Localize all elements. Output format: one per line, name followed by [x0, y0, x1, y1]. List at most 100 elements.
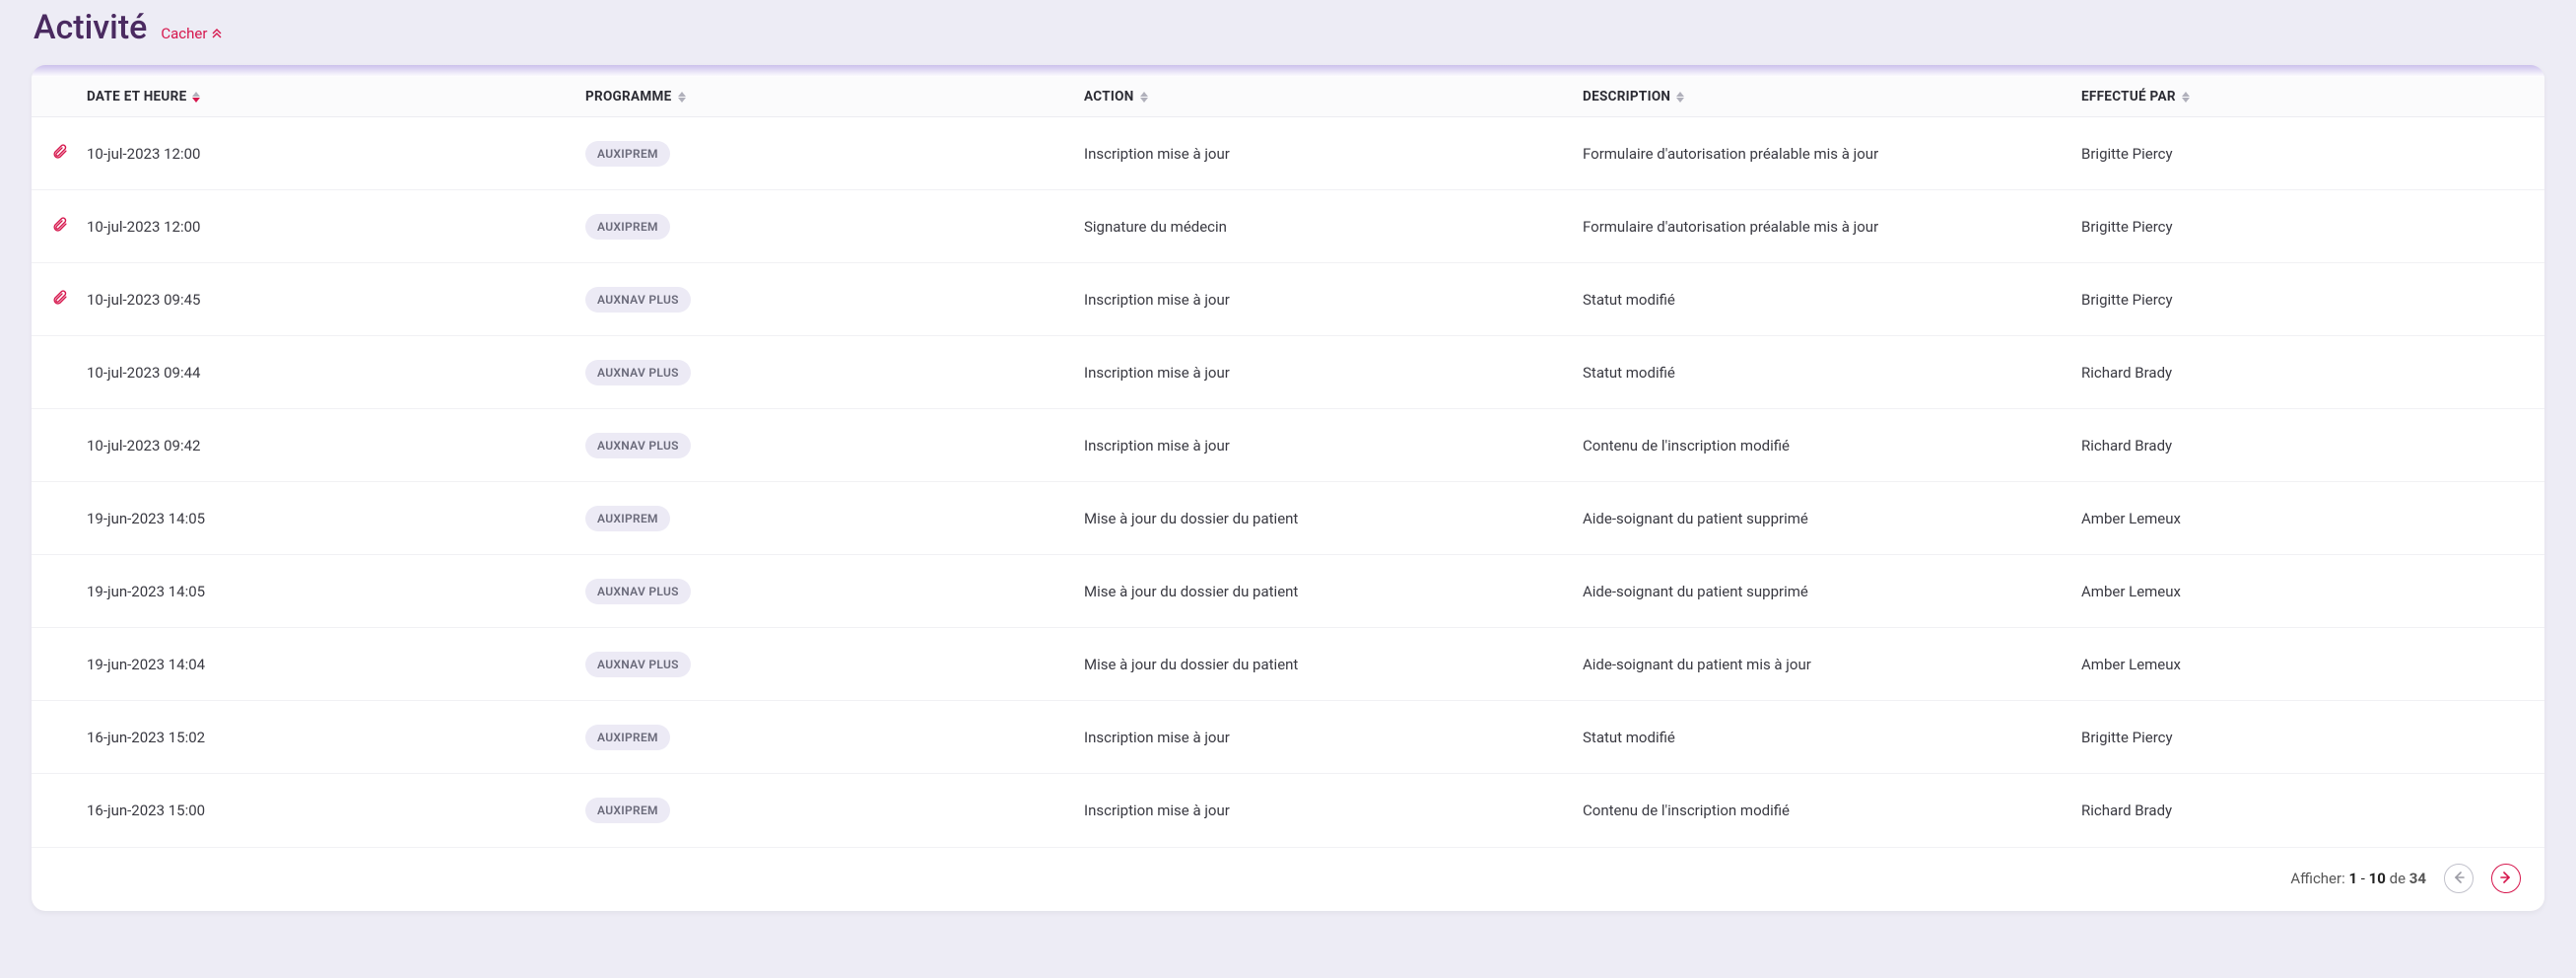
header-performed-by[interactable]: EFFECTUÉ PAR	[2081, 89, 2544, 105]
table-row[interactable]: 19-jun-2023 14:05AUXIPREM Mise à jour du …	[32, 482, 2544, 555]
sort-icon	[192, 92, 200, 103]
programme-badge: AUXIPREM	[585, 214, 670, 240]
performed-by-cell: Brigitte Piercy	[2081, 729, 2544, 746]
page-to: 10	[2369, 870, 2386, 887]
header-action[interactable]: ACTION	[1084, 89, 1583, 105]
action-cell: Inscription mise à jour	[1084, 802, 1583, 819]
header-description[interactable]: DESCRIPTION	[1583, 89, 2081, 105]
pagination-footer: Afficher: 1 - 10 de 34	[32, 847, 2544, 911]
action-cell: Inscription mise à jour	[1084, 437, 1583, 454]
page-total: 34	[2409, 870, 2426, 887]
header-programme[interactable]: PROGRAMME	[585, 89, 1084, 105]
programme-badge: AUXIPREM	[585, 725, 670, 750]
programme-cell: AUXIPREM	[585, 506, 1084, 531]
description-cell: Contenu de l'inscription modifié	[1583, 437, 2081, 454]
action-cell: Mise à jour du dossier du patient	[1084, 583, 1583, 600]
performed-by-cell: Brigitte Piercy	[2081, 291, 2544, 309]
date-cell: 16-jun-2023 15:00	[87, 802, 585, 819]
header-attach-spacer	[32, 89, 87, 105]
activity-panel: DATE ET HEURE PROGRAMME ACTION	[32, 65, 2544, 911]
programme-cell: AUXNAV PLUS	[585, 579, 1084, 604]
arrow-left-icon	[2452, 871, 2466, 887]
description-cell: Statut modifié	[1583, 291, 2081, 309]
action-cell: Inscription mise à jour	[1084, 364, 1583, 382]
attachment-cell	[32, 289, 87, 310]
programme-badge: AUXNAV PLUS	[585, 360, 691, 385]
programme-cell: AUXNAV PLUS	[585, 360, 1084, 385]
programme-badge: AUXNAV PLUS	[585, 433, 691, 458]
hide-toggle-link[interactable]: Cacher	[161, 25, 223, 42]
pagination-text: Afficher: 1 - 10 de 34	[2290, 870, 2426, 887]
header-programme-label: PROGRAMME	[585, 89, 672, 105]
action-cell: Signature du médecin	[1084, 218, 1583, 236]
table-header-row: DATE ET HEURE PROGRAMME ACTION	[32, 77, 2544, 117]
action-cell: Mise à jour du dossier du patient	[1084, 510, 1583, 527]
description-cell: Statut modifié	[1583, 364, 2081, 382]
programme-cell: AUXNAV PLUS	[585, 652, 1084, 677]
programme-badge: AUXNAV PLUS	[585, 652, 691, 677]
performed-by-cell: Amber Lemeux	[2081, 583, 2544, 600]
programme-badge: AUXNAV PLUS	[585, 287, 691, 313]
performed-by-cell: Amber Lemeux	[2081, 510, 2544, 527]
header-action-label: ACTION	[1084, 89, 1134, 105]
performed-by-cell: Brigitte Piercy	[2081, 145, 2544, 163]
display-label: Afficher:	[2290, 870, 2344, 887]
description-cell: Formulaire d'autorisation préalable mis …	[1583, 145, 2081, 163]
header-date-label: DATE ET HEURE	[87, 89, 186, 105]
date-cell: 19-jun-2023 14:05	[87, 510, 585, 527]
table-row[interactable]: 16-jun-2023 15:02AUXIPREM Inscription mis…	[32, 701, 2544, 774]
programme-badge: AUXIPREM	[585, 506, 670, 531]
chevron-double-up-icon	[211, 27, 223, 41]
performed-by-cell: Amber Lemeux	[2081, 656, 2544, 673]
table-row[interactable]: 10-jul-2023 09:42AUXNAV PLUS Inscription …	[32, 409, 2544, 482]
programme-cell: AUXNAV PLUS	[585, 287, 1084, 313]
performed-by-cell: Brigitte Piercy	[2081, 218, 2544, 236]
table-row[interactable]: 16-jun-2023 15:00AUXIPREM Inscription mis…	[32, 774, 2544, 847]
date-cell: 10-jul-2023 09:44	[87, 364, 585, 382]
header-description-label: DESCRIPTION	[1583, 89, 1670, 105]
programme-badge: AUXNAV PLUS	[585, 579, 691, 604]
paperclip-icon[interactable]	[51, 289, 68, 310]
arrow-right-icon	[2499, 871, 2513, 887]
table-row[interactable]: 10-jul-2023 12:00AUXIPREMInscription mis…	[32, 117, 2544, 190]
description-cell: Aide-soignant du patient supprimé	[1583, 510, 2081, 527]
page-from: 1	[2348, 870, 2357, 887]
of-label: de	[2390, 870, 2406, 887]
programme-cell: AUXIPREM	[585, 798, 1084, 823]
sort-icon	[2182, 92, 2190, 103]
sort-icon	[1140, 92, 1148, 103]
table-row[interactable]: 19-jun-2023 14:05AUXNAV PLUS Mise à jour …	[32, 555, 2544, 628]
activity-table: DATE ET HEURE PROGRAMME ACTION	[32, 77, 2544, 911]
action-cell: Inscription mise à jour	[1084, 729, 1583, 746]
table-row[interactable]: 10-jul-2023 09:44AUXNAV PLUS Inscription …	[32, 336, 2544, 409]
date-cell: 19-jun-2023 14:04	[87, 656, 585, 673]
action-cell: Inscription mise à jour	[1084, 145, 1583, 163]
paperclip-icon[interactable]	[51, 216, 68, 237]
programme-cell: AUXIPREM	[585, 214, 1084, 240]
table-row[interactable]: 19-jun-2023 14:04AUXNAV PLUS Mise à jour …	[32, 628, 2544, 701]
performed-by-cell: Richard Brady	[2081, 364, 2544, 382]
date-cell: 10-jul-2023 12:00	[87, 218, 585, 236]
table-row[interactable]: 10-jul-2023 09:45AUXNAV PLUSInscription …	[32, 263, 2544, 336]
table-row[interactable]: 10-jul-2023 12:00AUXIPREM Signature du mé…	[32, 190, 2544, 263]
hide-toggle-label: Cacher	[161, 25, 207, 42]
date-cell: 16-jun-2023 15:02	[87, 729, 585, 746]
programme-badge: AUXIPREM	[585, 141, 670, 167]
header-date[interactable]: DATE ET HEURE	[87, 89, 585, 105]
action-cell: Mise à jour du dossier du patient	[1084, 656, 1583, 673]
header-performed-by-label: EFFECTUÉ PAR	[2081, 89, 2176, 105]
panel-accent-gradient	[32, 65, 2544, 77]
date-cell: 19-jun-2023 14:05	[87, 583, 585, 600]
next-page-button[interactable]	[2491, 864, 2521, 893]
programme-cell: AUXNAV PLUS	[585, 433, 1084, 458]
programme-badge: AUXIPREM	[585, 798, 670, 823]
description-cell: Formulaire d'autorisation préalable mis …	[1583, 218, 2081, 236]
prev-page-button[interactable]	[2444, 864, 2474, 893]
attachment-cell	[32, 216, 87, 237]
description-cell: Aide-soignant du patient supprimé	[1583, 583, 2081, 600]
table-body: 10-jul-2023 12:00AUXIPREMInscription mis…	[32, 117, 2544, 847]
paperclip-icon[interactable]	[51, 143, 68, 164]
description-cell: Statut modifié	[1583, 729, 2081, 746]
date-cell: 10-jul-2023 09:42	[87, 437, 585, 454]
performed-by-cell: Richard Brady	[2081, 802, 2544, 819]
